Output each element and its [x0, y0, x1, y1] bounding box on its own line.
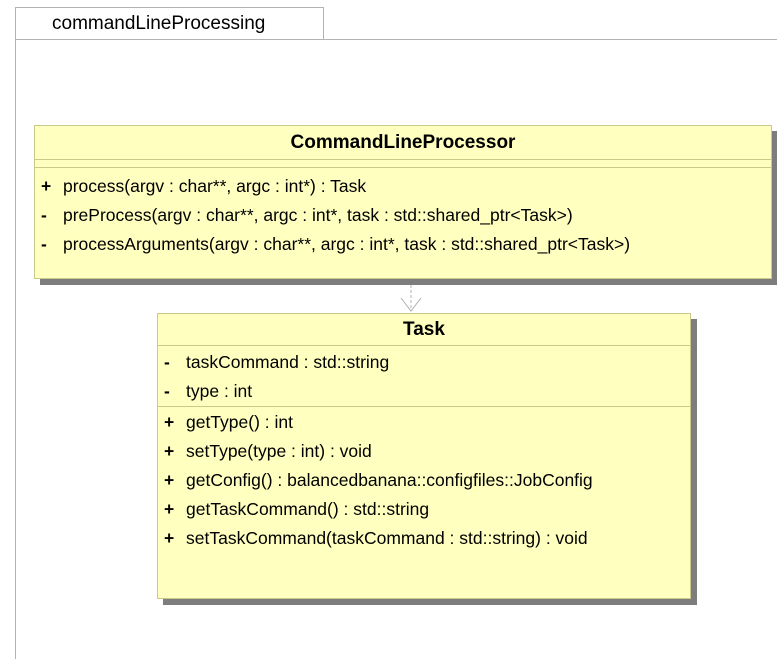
visibility-marker: + — [41, 176, 52, 196]
class-command-line-processor[interactable]: CommandLineProcessor + process(argv : cha… — [34, 125, 772, 279]
operation-process: + process(argv : char**, argc : int*) : T… — [35, 172, 771, 201]
operations-compartment: + process(argv : char**, argc : int*) : T… — [35, 167, 771, 259]
visibility-marker: + — [164, 412, 175, 432]
operation-signature: getConfig() : balancedbanana::configfile… — [186, 470, 593, 490]
package-name: commandLineProcessing — [52, 13, 266, 34]
operation-signature: setType(type : int) : void — [186, 441, 372, 461]
visibility-marker: + — [164, 528, 175, 548]
package-name-tab: commandLineProcessing — [15, 7, 324, 39]
visibility-marker: - — [164, 381, 170, 401]
attribute-text: type : int — [186, 381, 253, 401]
attribute-task-command: - taskCommand : std::string — [158, 348, 690, 377]
class-task[interactable]: Task - taskCommand : std::string - type : … — [157, 313, 691, 599]
operation-set-task-command: + setTaskCommand(taskCommand : std::strin… — [158, 524, 690, 553]
operation-signature: getTaskCommand() : std::string — [186, 499, 430, 519]
operation-signature: getType() : int — [186, 412, 293, 432]
operation-set-type: + setType(type : int) : void — [158, 437, 690, 466]
operation-process-arguments: - processArguments(argv : char**, argc : … — [35, 230, 771, 259]
operation-signature: processArguments(argv : char**, argc : i… — [63, 234, 631, 254]
attribute-type: - type : int — [158, 377, 690, 406]
visibility-marker: + — [164, 441, 175, 461]
class-title: Task — [403, 319, 445, 340]
visibility-marker: - — [41, 205, 47, 225]
operation-signature: preProcess(argv : char**, argc : int*, t… — [63, 205, 573, 225]
visibility-marker: + — [164, 470, 175, 490]
visibility-marker: + — [164, 499, 175, 519]
operations-compartment: + getType() : int + setType(type : int) : … — [158, 406, 690, 553]
attributes-compartment — [35, 159, 771, 167]
operation-signature: process(argv : char**, argc : int*) : Ta… — [63, 176, 367, 196]
visibility-marker: - — [164, 352, 170, 372]
operation-get-config: + getConfig() : balancedbanana::configfil… — [158, 466, 690, 495]
class-title: CommandLineProcessor — [290, 132, 516, 153]
attributes-compartment: - taskCommand : std::string - type : int — [158, 345, 690, 406]
operation-pre-process: - preProcess(argv : char**, argc : int*, … — [35, 201, 771, 230]
attribute-text: taskCommand : std::string — [186, 352, 390, 372]
operation-get-task-command: + getTaskCommand() : std::string — [158, 495, 690, 524]
operation-signature: setTaskCommand(taskCommand : std::string… — [186, 528, 588, 548]
visibility-marker: - — [41, 234, 47, 254]
operation-get-type: + getType() : int — [158, 408, 690, 437]
